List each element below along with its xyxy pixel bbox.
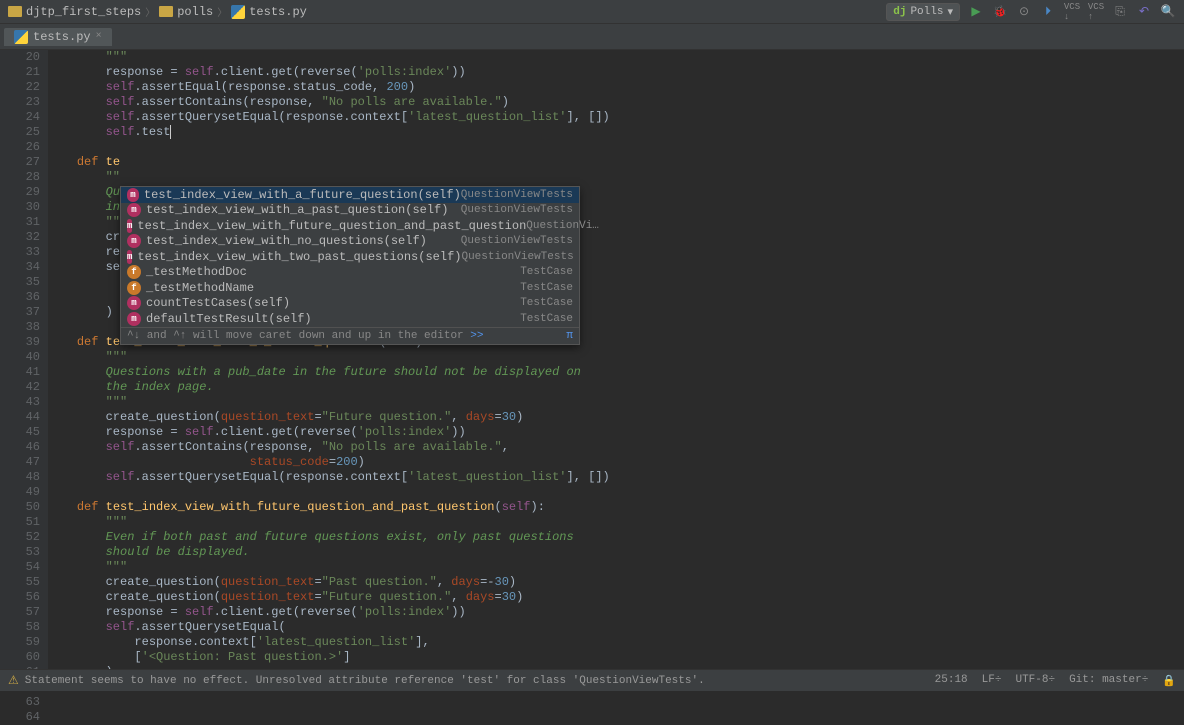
- python-file-icon: [14, 30, 28, 44]
- editor-area[interactable]: 2021222324252627282930313233343536373839…: [0, 50, 1184, 669]
- debug-button[interactable]: 🐞: [992, 4, 1008, 20]
- cursor-position[interactable]: 25:18: [935, 674, 968, 688]
- vcs-icon[interactable]: ⎘: [1112, 4, 1128, 20]
- autocomplete-item[interactable]: f_testMethodDocTestCase: [121, 265, 579, 281]
- lock-icon[interactable]: 🔒: [1162, 674, 1176, 688]
- python-file-icon: [231, 5, 245, 19]
- method-icon: m: [127, 188, 139, 202]
- autocomplete-popup[interactable]: mtest_index_view_with_a_future_question(…: [120, 186, 580, 345]
- autocomplete-hint: ^↓ and ^↑ will move caret down and up in…: [121, 327, 579, 344]
- toolbar-right: djPolls▾ ▶ 🐞 ⊙ ⏵ VCS↓ VCS↑ ⎘ ↶ 🔍: [886, 3, 1176, 21]
- editor-tabs: tests.py ×: [0, 24, 1184, 50]
- stop-button[interactable]: ⏵: [1040, 4, 1056, 20]
- hint-link[interactable]: >>: [470, 330, 483, 342]
- back-icon[interactable]: ↶: [1136, 4, 1152, 20]
- top-toolbar: djtp_first_steps 〉 polls 〉 tests.py djPo…: [0, 0, 1184, 24]
- dropdown-icon: ▾: [947, 5, 953, 19]
- method-icon: m: [127, 250, 132, 264]
- breadcrumb-file[interactable]: tests.py: [231, 5, 307, 19]
- method-icon: m: [127, 312, 141, 326]
- status-message: Statement seems to have no effect. Unres…: [25, 675, 705, 687]
- field-icon: f: [127, 265, 141, 279]
- autocomplete-item[interactable]: mtest_index_view_with_two_past_questions…: [121, 249, 579, 265]
- gutter: 2021222324252627282930313233343536373839…: [0, 50, 48, 669]
- breadcrumb-project[interactable]: djtp_first_steps: [8, 5, 141, 19]
- autocomplete-item[interactable]: f_testMethodNameTestCase: [121, 280, 579, 296]
- file-encoding[interactable]: UTF-8÷: [1015, 674, 1055, 688]
- breadcrumb-folder[interactable]: polls: [159, 5, 213, 19]
- folder-icon: [8, 6, 22, 17]
- line-separator[interactable]: LF÷: [982, 674, 1002, 688]
- method-icon: m: [127, 219, 132, 233]
- breadcrumb: djtp_first_steps 〉 polls 〉 tests.py: [8, 4, 886, 20]
- vcs-commit-icon[interactable]: VCS↑: [1088, 4, 1104, 20]
- method-icon: m: [127, 296, 141, 310]
- folder-icon: [159, 6, 173, 17]
- autocomplete-item[interactable]: mdefaultTestResult(self)TestCase: [121, 311, 579, 327]
- django-icon: dj: [893, 6, 906, 18]
- autocomplete-item[interactable]: mtest_index_view_with_a_future_question(…: [121, 187, 579, 203]
- run-with-coverage-button[interactable]: ⊙: [1016, 4, 1032, 20]
- git-branch[interactable]: Git: master÷: [1069, 674, 1148, 688]
- autocomplete-item[interactable]: mtest_index_view_with_a_past_question(se…: [121, 203, 579, 219]
- status-bar: ⚠ Statement seems to have no effect. Unr…: [0, 669, 1184, 691]
- chevron-right-icon: 〉: [217, 4, 227, 20]
- close-tab-icon[interactable]: ×: [96, 31, 102, 42]
- field-icon: f: [127, 281, 141, 295]
- vcs-update-icon[interactable]: VCS↓: [1064, 4, 1080, 20]
- run-config-selector[interactable]: djPolls▾: [886, 3, 960, 21]
- search-icon[interactable]: 🔍: [1160, 4, 1176, 20]
- method-icon: m: [127, 203, 141, 217]
- autocomplete-item[interactable]: mtest_index_view_with_future_question_an…: [121, 218, 579, 234]
- method-icon: m: [127, 234, 141, 248]
- autocomplete-item[interactable]: mtest_index_view_with_no_questions(self)…: [121, 234, 579, 250]
- code-content[interactable]: """ response = self.client.get(reverse('…: [48, 50, 1184, 669]
- chevron-right-icon: 〉: [145, 4, 155, 20]
- autocomplete-item[interactable]: mcountTestCases(self)TestCase: [121, 296, 579, 312]
- tab-tests-py[interactable]: tests.py ×: [4, 28, 112, 46]
- warning-icon: ⚠: [8, 673, 19, 688]
- run-button[interactable]: ▶: [968, 4, 984, 20]
